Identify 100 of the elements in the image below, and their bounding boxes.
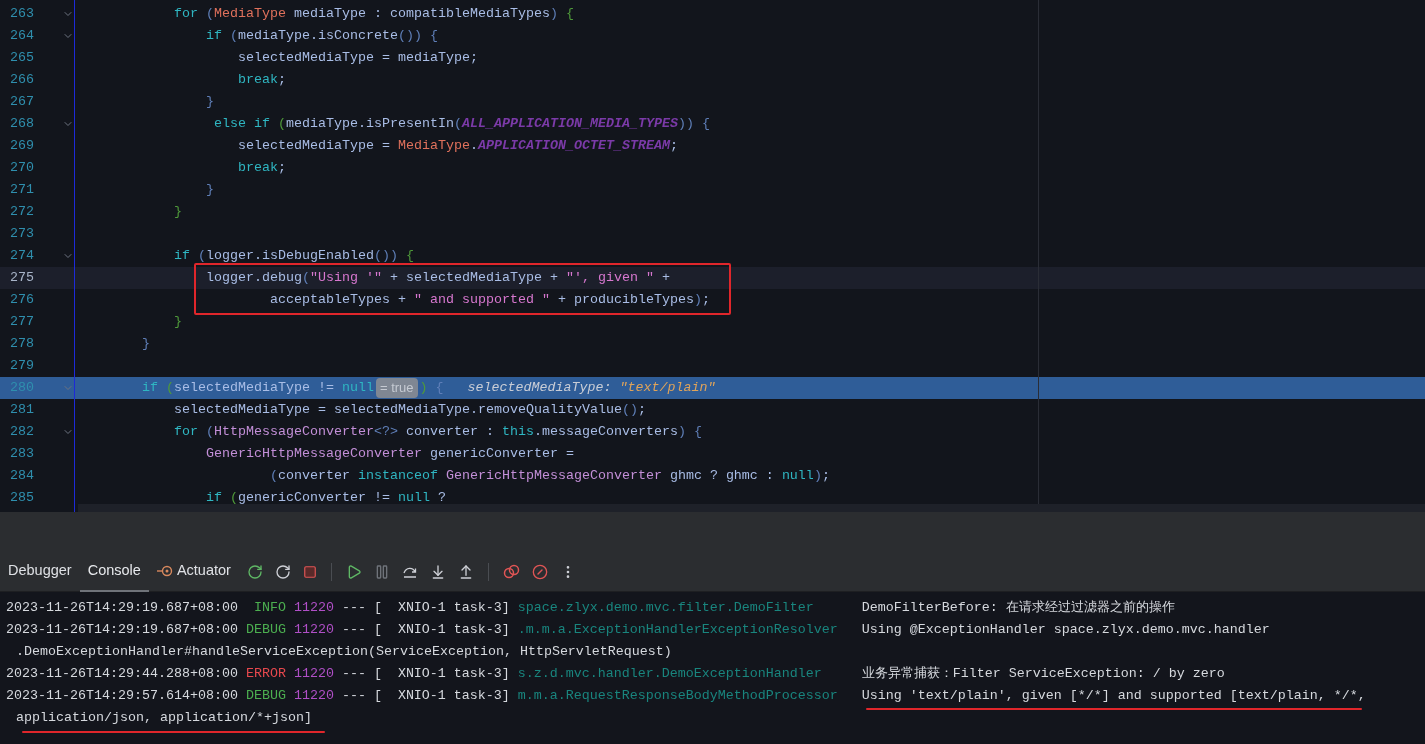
code-token: ALL_APPLICATION_MEDIA_TYPES [461, 115, 678, 133]
line-number: 274 [9, 247, 34, 265]
log-pid: 11220 [293, 599, 334, 617]
line-number: 284 [9, 467, 34, 485]
code-token: selectedMediaType = [236, 137, 391, 155]
line-number: 272 [9, 203, 34, 221]
log-message: application/json, application/*+json] [16, 709, 312, 727]
log-thread: --- [ XNIO-1 task-3] [341, 621, 510, 639]
code-token: ( [228, 489, 238, 507]
log-message: DemoFilterBefore: 在请求经过过滤器之前的操作 [861, 599, 1175, 617]
code-token: + selectedMediaType + [388, 269, 559, 287]
code-token: () [621, 401, 638, 419]
code-token: selectedMediaType = mediaType; [236, 49, 478, 67]
code-token: genericConverter != [237, 489, 391, 507]
code-token: acceptableTypes + [268, 291, 407, 309]
code-token: ( [276, 115, 286, 133]
code-token: ( [453, 115, 462, 133]
code-token: ( [204, 423, 214, 441]
log-pid: 11220 [293, 665, 334, 683]
code-token: ; [637, 401, 646, 419]
line-number: 265 [9, 49, 34, 67]
code-token: converter : [404, 423, 495, 441]
code-token: this [501, 423, 534, 441]
log-timestamp: 2023-11-26T14:29:57.614+08:00 [6, 687, 238, 705]
log-thread: --- [ XNIO-1 task-3] [341, 665, 510, 683]
line-number: 275 [9, 269, 34, 287]
code-token: ( [228, 27, 238, 45]
line-number: 281 [9, 401, 34, 419]
code-token: ( [204, 5, 214, 23]
code-token: ; [821, 467, 830, 485]
code-token: break [236, 159, 278, 177]
code-token: + producibleTypes [556, 291, 694, 309]
code-token: instanceof [357, 467, 438, 485]
log-level: ERROR [245, 665, 286, 683]
code-token: genericConverter = [428, 445, 574, 463]
code-token: if [204, 489, 222, 507]
log-thread: --- [ XNIO-1 task-3] [341, 687, 510, 705]
code-token: ( [196, 247, 206, 265]
log-timestamp: 2023-11-26T14:29:44.288+08:00 [6, 665, 238, 683]
code-token: { [434, 379, 444, 397]
stop-icon[interactable] [302, 564, 317, 579]
code-token: ( [164, 379, 174, 397]
code-token: + [660, 269, 670, 287]
code-token: logger.debug [204, 269, 302, 287]
log-source: m.m.a.RequestResponseBodyMethodProcessor [517, 687, 838, 705]
inline-variable-value: "text/plain" [619, 379, 716, 397]
code-token: ) [419, 379, 428, 397]
code-token: ( [301, 269, 310, 287]
code-token: { [428, 27, 438, 45]
code-token: ; [669, 137, 678, 155]
code-token: "Using '" [309, 269, 382, 287]
line-number: 266 [9, 71, 34, 89]
inline-value-badge: = true [375, 378, 418, 398]
code-token: null [781, 467, 814, 485]
code-token: ) [549, 5, 558, 23]
code-token: ; [277, 159, 286, 177]
line-number: 279 [9, 357, 34, 375]
code-token: HttpMessageConverter [214, 423, 374, 441]
log-pid: 11220 [293, 687, 334, 705]
code-token: break [236, 71, 278, 89]
code-token: ; [277, 71, 286, 89]
code-token: for [172, 5, 198, 23]
line-number: 282 [9, 423, 34, 441]
code-token: null [397, 489, 430, 507]
code-token: } [204, 181, 214, 199]
log-message: Using @ExceptionHandler space.zlyx.demo.mvc.handler [861, 621, 1270, 639]
code-token: ) [693, 291, 702, 309]
code-token: MediaType [214, 5, 286, 23]
code-token: MediaType [397, 137, 470, 155]
code-token: mediaType.isPresentIn [285, 115, 454, 133]
code-token: ()) [397, 27, 422, 45]
code-token: "', given " [565, 269, 654, 287]
code-token: if [172, 247, 190, 265]
line-number: 267 [9, 93, 34, 111]
inline-variable-name: selectedMediaType: [467, 379, 613, 397]
tool-window-tab[interactable]: Debugger [0, 551, 80, 592]
rerun-debug-icon[interactable] [274, 563, 291, 580]
code-token: { [692, 423, 702, 441]
code-token: if [141, 379, 158, 397]
tool-window-tab[interactable]: Actuator [148, 551, 239, 592]
code-token: .messageConverters [533, 423, 678, 441]
code-token: selectedMediaType = selectedMediaType.removeQualityValue [172, 401, 622, 419]
code-token: ; [701, 291, 710, 309]
code-token: ) [813, 467, 822, 485]
mute-breakpoints-icon[interactable] [531, 563, 548, 580]
line-number: 276 [9, 291, 34, 309]
line-number: 278 [9, 335, 34, 353]
code-token: converter [277, 467, 351, 485]
rerun-icon[interactable] [246, 563, 263, 580]
code-token: mediaType : compatibleMediaTypes [292, 5, 550, 23]
code-token: GenericHttpMessageConverter [444, 467, 662, 485]
horizontal-scrollbar[interactable] [78, 504, 1425, 512]
log-timestamp: 2023-11-26T14:29:19.687+08:00 [6, 599, 238, 617]
code-token: { [700, 115, 710, 133]
breakpoints-icon[interactable] [502, 563, 520, 580]
code-token: . [469, 137, 478, 155]
log-level: INFO [252, 599, 286, 617]
code-token: } [141, 335, 150, 353]
code-token: selectedMediaType != [174, 379, 335, 397]
log-level: DEBUG [245, 621, 286, 639]
